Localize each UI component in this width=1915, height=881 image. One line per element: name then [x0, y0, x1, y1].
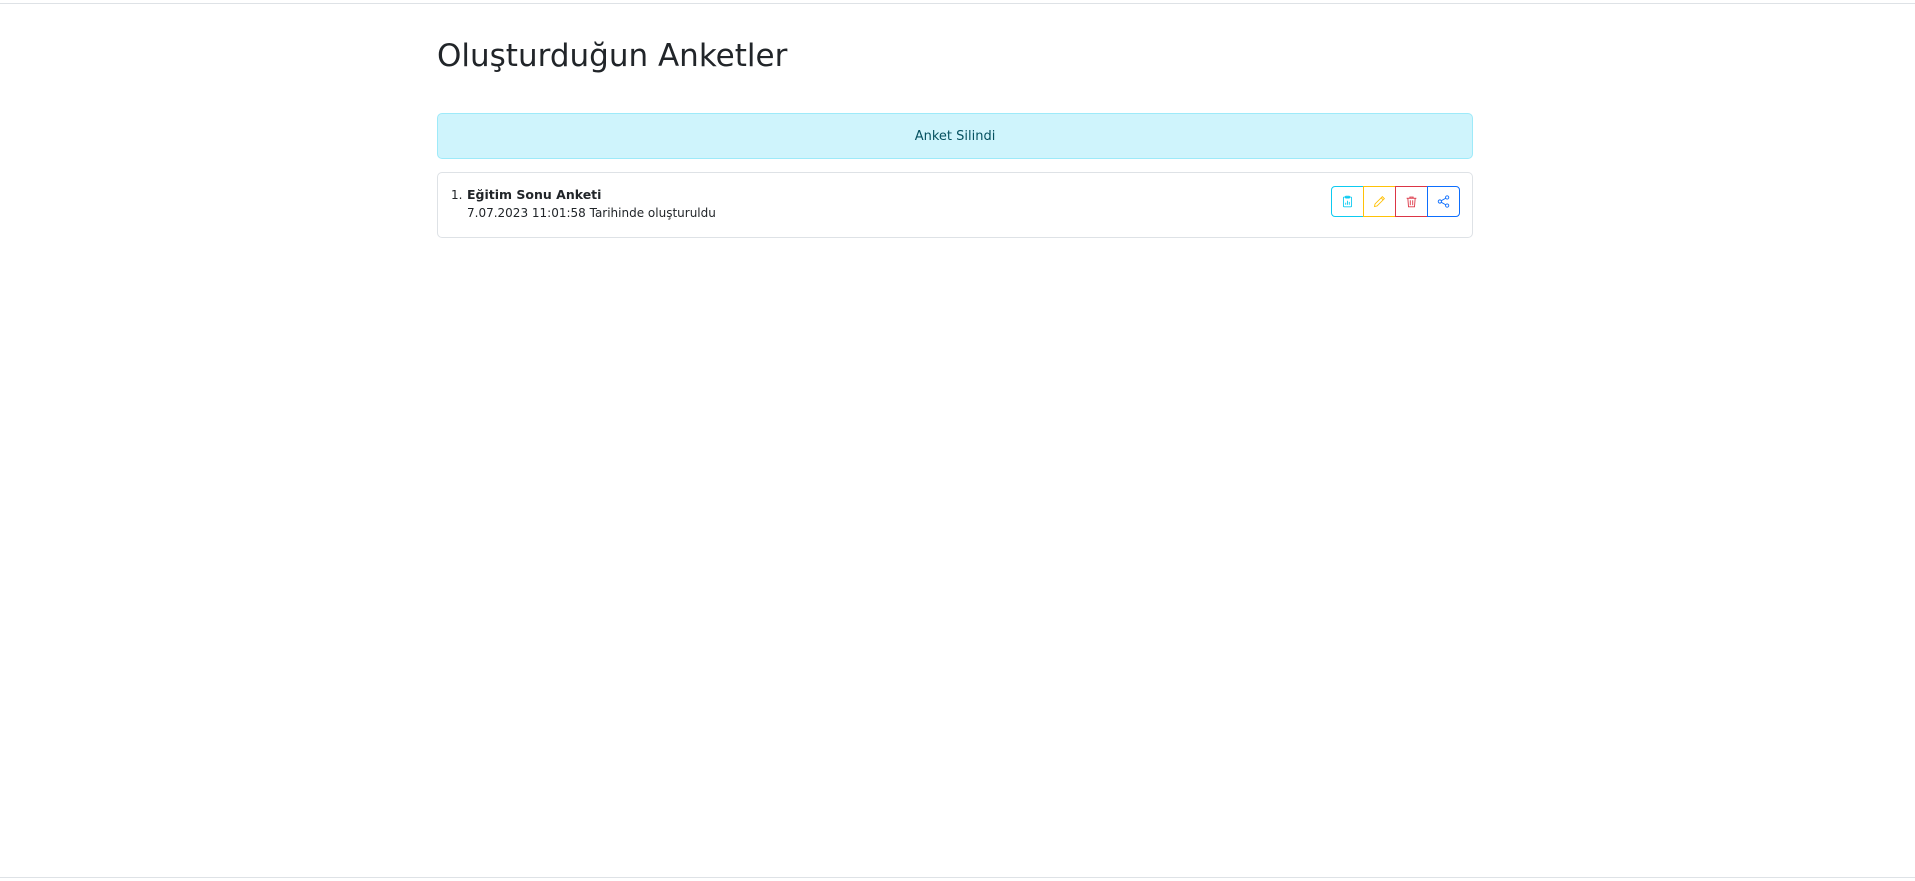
survey-actions — [1331, 186, 1460, 217]
trash-icon — [1406, 196, 1417, 208]
alert-message: Anket Silindi — [914, 128, 996, 144]
results-button[interactable] — [1331, 186, 1364, 217]
survey-number: 1. — [451, 188, 463, 202]
bottom-divider — [0, 877, 1915, 878]
page-title: Oluşturduğun Anketler — [437, 38, 788, 74]
info-alert: Anket Silindi — [437, 113, 1473, 159]
share-icon — [1437, 195, 1450, 208]
delete-button[interactable] — [1395, 186, 1428, 217]
share-button[interactable] — [1427, 186, 1460, 217]
survey-created-date: 7.07.2023 11:01:58 Tarihinde oluşturuldu — [467, 206, 716, 220]
top-divider — [0, 3, 1915, 4]
pencil-icon — [1373, 195, 1386, 208]
list-item: 1. Eğitim Sonu Anketi 7.07.2023 11:01:58… — [438, 173, 1472, 237]
survey-title: Eğitim Sonu Anketi — [467, 187, 602, 202]
clipboard-chart-icon — [1342, 195, 1353, 208]
survey-list: 1. Eğitim Sonu Anketi 7.07.2023 11:01:58… — [437, 172, 1473, 238]
edit-button[interactable] — [1363, 186, 1396, 217]
